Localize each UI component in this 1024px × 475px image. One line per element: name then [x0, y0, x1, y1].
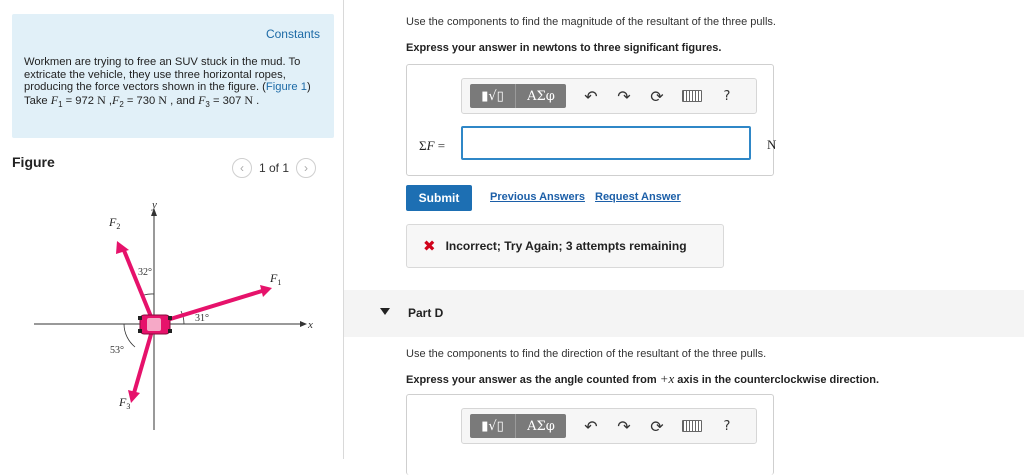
f2-value: = 730: [123, 94, 159, 107]
problem-intro: Workmen are trying to free an SUV stuck …: [24, 56, 301, 94]
part-c-answer-box: ▮√▯ ΑΣφ ↶ ↷ ⟳ ? ΣF = N: [406, 64, 777, 176]
x-axis-arrow: [300, 321, 307, 327]
error-x-icon: ✖: [423, 237, 436, 255]
feedback-text: Incorrect; Try Again; 3 attempts remaini…: [445, 239, 687, 253]
request-answer-link[interactable]: Request Answer: [595, 191, 681, 203]
reset-icon[interactable]: ⟳: [649, 417, 665, 436]
angle-label-f3: 53°: [110, 345, 124, 356]
answer-input[interactable]: [461, 126, 751, 160]
hint-math: +x: [659, 371, 675, 386]
sep2: , and: [166, 94, 199, 107]
previous-answers-link[interactable]: Previous Answers: [490, 191, 585, 203]
pager-count: 1 of 1: [259, 161, 290, 175]
force-symbol: F: [426, 138, 435, 153]
problem-text: Workmen are trying to free an SUV stuck …: [24, 56, 324, 112]
f1-symbol: F: [50, 92, 59, 107]
part-d-header[interactable]: Part D: [344, 290, 1024, 337]
keyboard-icon[interactable]: [682, 420, 702, 432]
vector-f2: [121, 247, 156, 325]
equals-sign: =: [434, 138, 446, 153]
toolbar-button-group-d: ▮√▯ ΑΣφ: [470, 414, 566, 438]
part-d-answer-box: ▮√▯ ΑΣφ ↶ ↷ ⟳ ?: [406, 394, 774, 475]
problem-end: .: [253, 94, 260, 107]
math-toolbar: ▮√▯ ΑΣφ ↶ ↷ ⟳ ?: [461, 78, 757, 114]
part-d-instruction: Use the components to find the direction…: [406, 348, 767, 360]
help-icon[interactable]: ?: [719, 89, 735, 104]
answer-panel: Use the components to find the magnitude…: [344, 0, 1024, 475]
f2-unit: N: [158, 92, 167, 107]
sigma-symbol: Σ: [419, 138, 427, 153]
math-templates-button[interactable]: ▮√▯: [470, 414, 516, 438]
math-toolbar-d: ▮√▯ ΑΣφ ↶ ↷ ⟳ ?: [461, 408, 757, 444]
part-c-format-hint: Express your answer in newtons to three …: [406, 42, 722, 54]
hint-before: Express your answer as the angle counted…: [406, 374, 660, 386]
label-f2: F2: [108, 215, 120, 231]
chevron-left-icon[interactable]: ‹: [232, 158, 252, 178]
problem-panel: Constants Workmen are trying to free an …: [0, 0, 344, 459]
figure-link[interactable]: Figure 1: [266, 81, 307, 93]
figure-pager: ‹ 1 of 1 ›: [232, 157, 317, 179]
angle-arc-f2: [143, 293, 155, 296]
keyboard-icon[interactable]: [682, 90, 702, 102]
part-d-title: Part D: [408, 306, 444, 320]
constants-link[interactable]: Constants: [266, 27, 320, 41]
help-icon[interactable]: ?: [719, 419, 735, 434]
collapse-triangle-icon[interactable]: [380, 308, 390, 315]
f1-value: = 972: [62, 94, 98, 107]
chevron-right-icon[interactable]: ›: [296, 158, 317, 178]
submit-button[interactable]: Submit: [406, 185, 472, 211]
force-diagram: y x 32° 31° 53° F2 F1 F3: [34, 199, 313, 430]
redo-icon[interactable]: ↷: [616, 417, 632, 436]
x-axis-label: x: [307, 319, 313, 331]
angle-label-f1: 31°: [195, 313, 209, 324]
reset-icon[interactable]: ⟳: [649, 87, 665, 106]
undo-icon[interactable]: ↶: [583, 87, 599, 106]
greek-symbols-button[interactable]: ΑΣφ: [516, 414, 566, 438]
greek-symbols-button[interactable]: ΑΣφ: [516, 84, 566, 108]
feedback-message: ✖ Incorrect; Try Again; 3 attempts remai…: [406, 224, 724, 268]
problem-statement-box: Constants Workmen are trying to free an …: [12, 14, 334, 138]
redo-icon[interactable]: ↷: [616, 87, 632, 106]
part-d-format-hint: Express your answer as the angle counted…: [406, 371, 879, 387]
math-templates-button[interactable]: ▮√▯: [470, 84, 516, 108]
undo-icon[interactable]: ↶: [583, 417, 599, 436]
equation-label: ΣF =: [419, 138, 445, 154]
suv-icon: [138, 314, 172, 335]
label-f1: F1: [269, 271, 281, 287]
part-c-instruction: Use the components to find the magnitude…: [406, 16, 776, 28]
figure-title: Figure: [12, 154, 55, 170]
vector-f1-arrowhead: [260, 285, 272, 297]
toolbar-button-group: ▮√▯ ΑΣφ: [470, 84, 566, 108]
angle-label-f2: 32°: [138, 267, 152, 278]
answer-unit: N: [767, 137, 777, 152]
hint-after: axis in the counterclockwise direction.: [674, 374, 880, 386]
angle-arc-f3: [123, 323, 136, 348]
f1-unit: N: [97, 92, 106, 107]
f3-unit: N: [244, 92, 254, 107]
label-f3: F3: [118, 395, 130, 411]
f3-value: = 307: [209, 94, 245, 107]
y-axis-label: y: [151, 199, 157, 211]
